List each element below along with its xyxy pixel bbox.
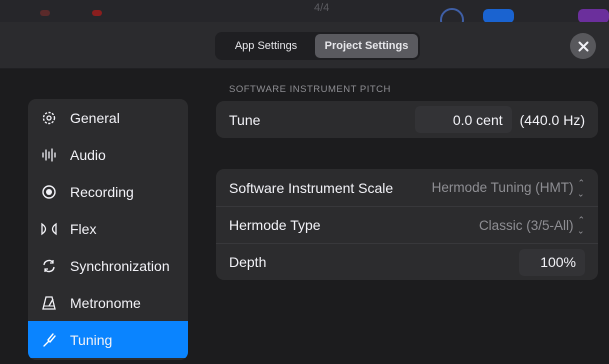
sync-icon xyxy=(28,258,70,274)
tune-label: Tune xyxy=(229,111,261,128)
record-indicator-red xyxy=(92,10,102,16)
scale-value: Hermode Tuning (HMT) xyxy=(431,180,574,195)
hermode-type-label: Hermode Type xyxy=(229,217,321,233)
sidebar-item-flex[interactable]: Flex xyxy=(28,210,188,247)
depth-label: Depth xyxy=(229,254,267,270)
sidebar-item-tuning[interactable]: Tuning xyxy=(28,321,188,358)
tuning-fork-icon xyxy=(28,332,70,348)
scale-popup[interactable]: Hermode Tuning (HMT) ⌃ ⌃ xyxy=(431,177,585,198)
close-button[interactable] xyxy=(570,33,596,59)
tune-hz-readout: (440.0 Hz) xyxy=(519,111,585,128)
sidebar-item-label: Tuning xyxy=(70,331,113,348)
waveform-icon xyxy=(28,147,70,163)
section-title: SOFTWARE INSTRUMENT PITCH xyxy=(229,84,391,95)
sidebar-item-label: General xyxy=(70,109,120,126)
host-toolbar-strip: 4/4 xyxy=(0,0,609,22)
settings-segmented-control: App Settings Project Settings xyxy=(215,32,420,60)
sidebar-item-label: Recording xyxy=(70,183,134,200)
scale-row[interactable]: Software Instrument Scale Hermode Tuning… xyxy=(216,169,598,206)
scale-group: Software Instrument Scale Hermode Tuning… xyxy=(216,169,598,280)
sidebar-item-label: Synchronization xyxy=(70,257,170,274)
modal-header: App Settings Project Settings xyxy=(0,22,609,69)
sidebar-item-metronome[interactable]: Metronome xyxy=(28,284,188,321)
depth-value-field[interactable]: 100% xyxy=(519,248,585,276)
sidebar-item-audio[interactable]: Audio xyxy=(28,136,188,173)
chevron-updown-icon: ⌃ ⌃ xyxy=(577,215,585,236)
sidebar-item-synchronization[interactable]: Synchronization xyxy=(28,247,188,284)
sidebar-item-general[interactable]: General xyxy=(28,99,188,136)
sidebar-item-label: Audio xyxy=(70,146,106,163)
tuner-ring-icon[interactable] xyxy=(440,8,464,22)
tune-row: Tune 0.0 cent (440.0 Hz) xyxy=(216,101,598,138)
scale-label: Software Instrument Scale xyxy=(229,179,394,196)
hermode-type-popup[interactable]: Classic (3/5-All) ⌃ ⌃ xyxy=(478,215,585,236)
tab-app-settings[interactable]: App Settings xyxy=(217,34,315,58)
hermode-type-value: Classic (3/5-All) xyxy=(478,217,574,233)
pitch-group: Tune 0.0 cent (440.0 Hz) xyxy=(216,101,598,138)
time-signature: 4/4 xyxy=(314,2,330,14)
settings-sidebar: General Audio Recording Flex Synchroniza… xyxy=(28,99,188,360)
sidebar-item-recording[interactable]: Recording xyxy=(28,173,188,210)
depth-row: Depth 100% xyxy=(216,243,598,280)
tune-value-field[interactable]: 0.0 cent xyxy=(414,106,512,133)
sidebar-item-label: Metronome xyxy=(70,294,141,311)
record-indicator xyxy=(40,10,50,16)
close-icon xyxy=(578,41,588,51)
sidebar-item-label: Flex xyxy=(70,220,97,237)
settings-modal: App Settings Project Settings General Au… xyxy=(0,22,609,364)
flex-icon xyxy=(28,221,70,237)
chevron-updown-icon: ⌃ ⌃ xyxy=(577,177,585,198)
host-purple-button[interactable] xyxy=(578,9,609,22)
hermode-type-row[interactable]: Hermode Type Classic (3/5-All) ⌃ ⌃ xyxy=(216,206,598,243)
host-blue-button[interactable] xyxy=(483,9,514,22)
gear-icon xyxy=(28,110,70,126)
metronome-icon xyxy=(28,295,70,311)
record-icon xyxy=(28,184,70,200)
tab-project-settings[interactable]: Project Settings xyxy=(315,34,418,58)
